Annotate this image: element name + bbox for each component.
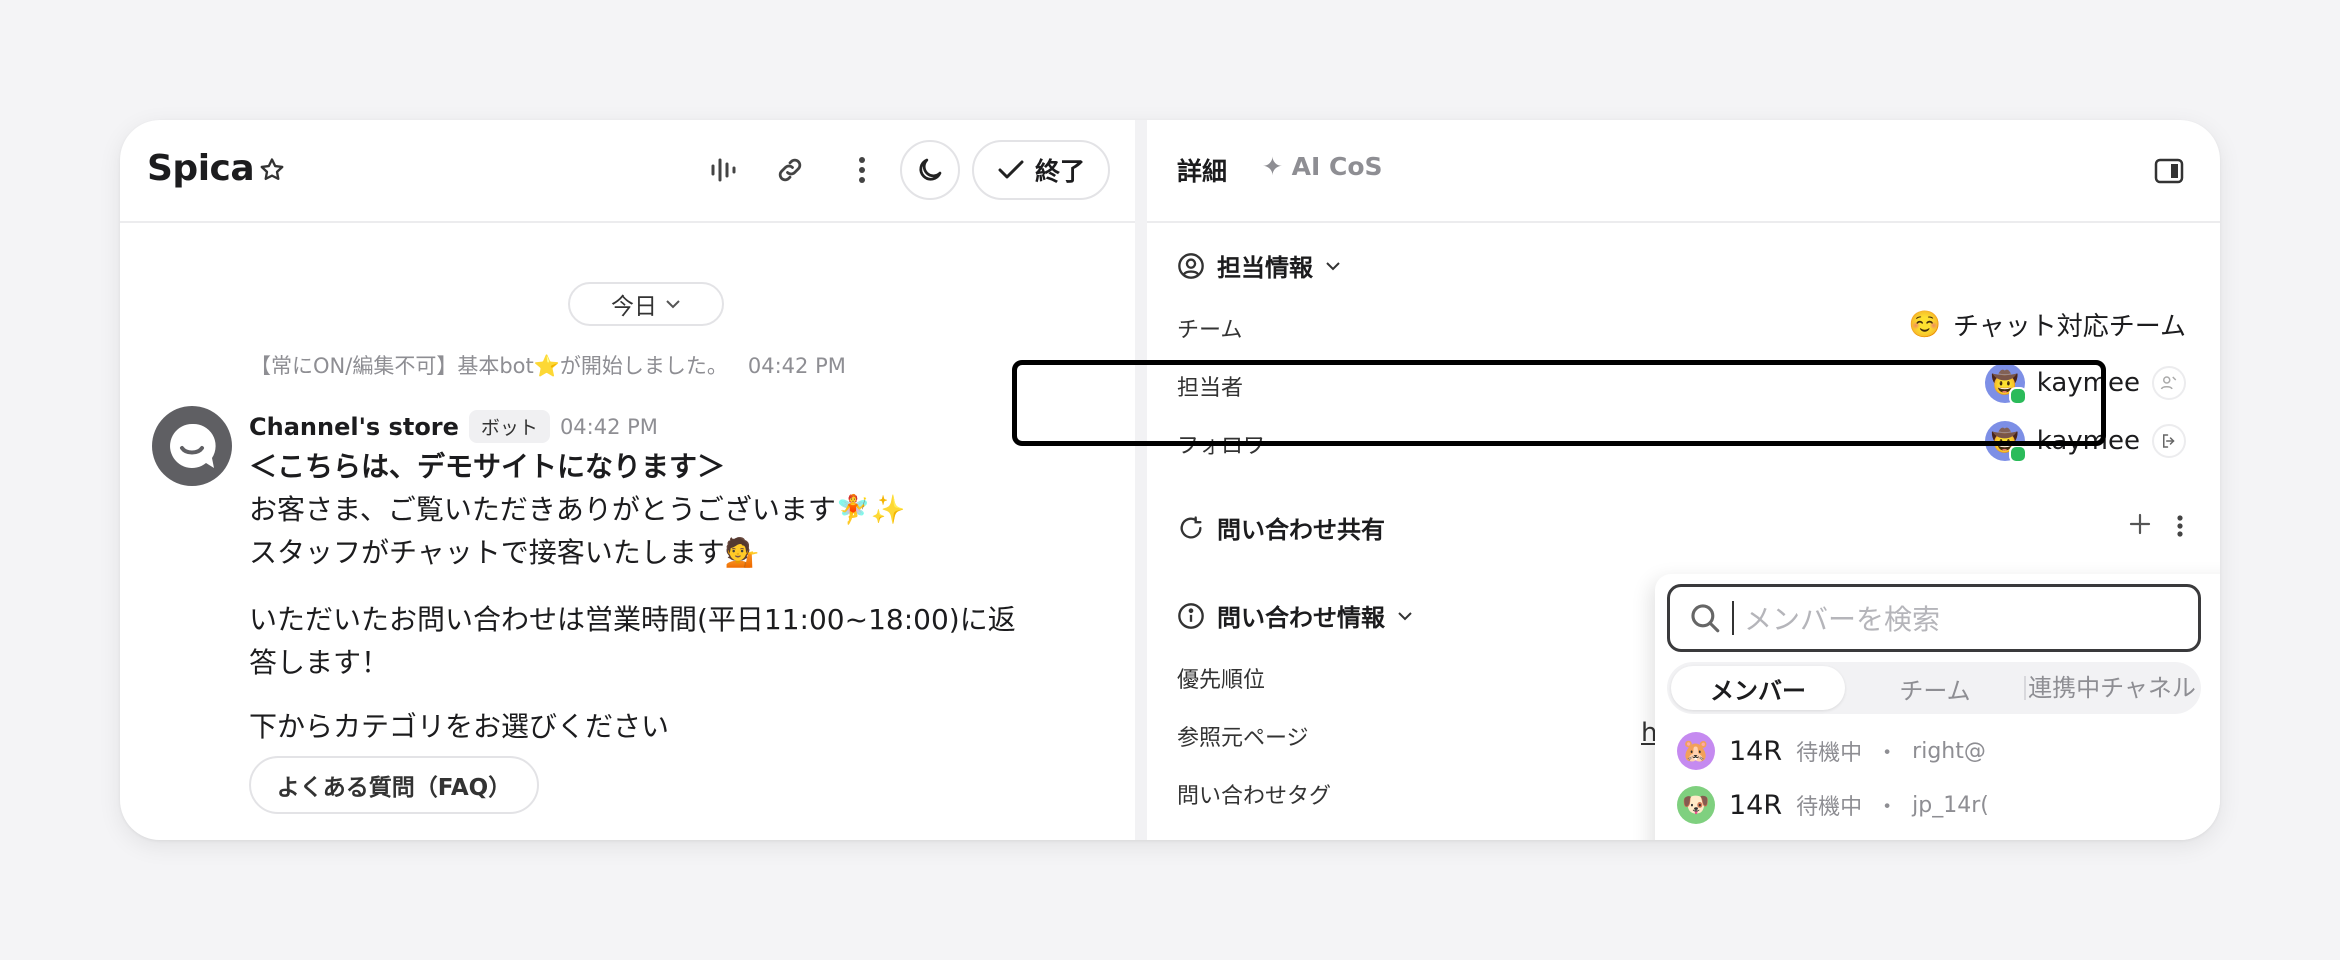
system-message: 【常にON/編集不可】基本bot⭐が開始しました。 04:42 PM [250,350,846,380]
message-time: 04:42 PM [559,414,658,439]
panel-divider [1135,120,1147,840]
bot-badge: ボット [468,410,550,443]
info-icon [1178,602,1204,629]
avatar[interactable] [152,406,232,486]
list-item[interactable]: 🐶 14R 待機中 ・ jp_14r( [1677,786,1989,824]
member-name: 14R [1729,789,1783,821]
more-vertical-icon[interactable] [2176,514,2184,538]
add-icon[interactable] [2128,512,2152,536]
message-line: スタッフがチャットで接客いたします💁 [249,536,760,569]
message-line: 下からカテゴリをお選びください [249,710,670,743]
end-chat-label: 終了 [1034,157,1085,186]
chevron-down-icon [1326,261,1340,270]
chevron-down-icon [666,300,680,309]
member-search-field[interactable]: メンバーを検索 [1667,584,2201,652]
message-sender: Channel's store ボット 04:42 PM [249,410,658,443]
user-circle-icon [1178,252,1204,279]
info-section-header[interactable]: 問い合わせ情報 [1177,598,1413,633]
store-logo-icon [170,423,216,468]
end-chat-button[interactable]: 終了 [972,140,1110,200]
tab-linked-channels[interactable]: 連携中チャネル [2027,656,2197,720]
leave-follow-icon[interactable] [2152,424,2186,458]
date-chip[interactable]: 今日 [568,282,724,326]
faq-button[interactable]: よくある質問（FAQ） [249,756,539,814]
tab-teams[interactable]: チーム [1847,666,2023,710]
member-status: 待機中 [1796,741,1863,766]
team-emoji: ☺️ [1908,309,1942,340]
star-icon[interactable] [258,156,286,184]
team-value[interactable]: ☺️ チャット対応チーム [1909,306,2186,343]
avatar: 🐶 [1677,786,1715,824]
moon-icon [919,158,942,181]
message-line: ＜こちらは、デモサイトになります＞ [249,450,726,483]
chevron-down-icon [1398,611,1412,620]
share-section-highlight [1012,360,2106,446]
search-icon [1691,604,1720,633]
message-line: 答します！ [249,646,390,679]
sender-name[interactable]: Channel's store [249,413,459,441]
tab-separator [2024,676,2026,700]
message-line: お客さま、ご覧いただきありがとうございます🧚✨ [249,493,906,526]
member-handle: right@ [1912,738,1986,764]
member-search-placeholder: メンバーを検索 [1744,603,1941,636]
tags-label: 問い合わせタグ [1177,784,1332,809]
team-label: チーム [1177,318,1243,343]
assign-section-header[interactable]: 担当情報 [1177,248,1341,283]
priority-label: 優先順位 [1177,668,1266,693]
check-icon [998,160,1024,179]
member-separator: ・ [1876,741,1899,766]
member-picker-dropdown: メンバーを検索 メンバー チーム 連携中チャネル 🐹 14R 待機中 ・ rig… [1655,574,2220,840]
panel-toggle-icon[interactable] [2154,158,2184,184]
system-message-text: 【常にON/編集不可】基本bot⭐が開始しました。 [250,354,728,378]
member-name: 14R [1729,735,1783,767]
avatar: 🐹 [1677,732,1715,770]
info-section-title: 問い合わせ情報 [1217,604,1385,632]
list-item[interactable]: 🐹 14R 待機中 ・ right@ [1677,732,1986,770]
member-separator: ・ [1876,795,1899,820]
ref-page-label: 参照元ページ [1177,726,1309,751]
chat-title: Spica [147,148,255,189]
chat-panel: Spica 終了 今日 【常にON/編集不可】基本bot⭐が開始しました。 04:… [120,120,1135,840]
tab-members[interactable]: メンバー [1671,666,1845,710]
tab-ai-cos[interactable]: ✦ AI CoS [1262,152,1383,181]
date-chip-label: 今日 [611,294,657,320]
header-divider [1147,221,2220,223]
system-message-time: 04:42 PM [747,354,846,378]
member-handle: jp_14r( [1912,792,1989,818]
share-refresh-icon [1180,515,1202,539]
header-divider [120,221,1135,223]
assign-section-title: 担当情報 [1217,254,1313,282]
message-line: いただいたお問い合わせは営業時間(平日11:00~18:00)に返 [249,603,1016,636]
team-name: チャット対応チーム [1953,312,2186,342]
text-cursor [1732,601,1734,635]
member-type-tabs: メンバー チーム 連携中チャネル [1667,662,2201,714]
tab-details[interactable]: 詳細 [1177,152,1227,188]
link-icon[interactable] [770,150,810,190]
unassign-icon[interactable] [2152,366,2186,400]
share-section-title: 問い合わせ共有 [1217,516,1385,544]
more-vertical-icon[interactable] [842,150,882,190]
member-status: 待機中 [1796,795,1863,820]
snooze-button[interactable] [900,140,960,200]
voice-waveform-icon[interactable] [704,150,744,190]
share-section-header[interactable]: 問い合わせ共有 [1177,510,1385,545]
